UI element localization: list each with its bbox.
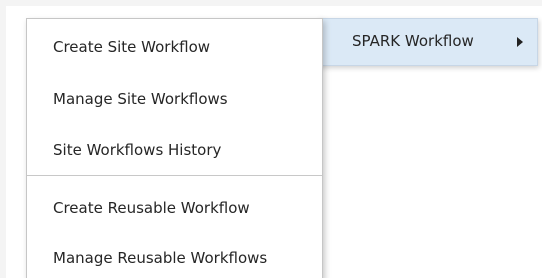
- background-page: [0, 0, 542, 6]
- menu-item-manage-site-workflows[interactable]: Manage Site Workflows: [27, 78, 322, 122]
- menu-item-label: Create Site Workflow: [53, 38, 211, 56]
- menu-item-site-workflows-history[interactable]: Site Workflows History: [27, 129, 322, 173]
- menu-item-create-site-workflow[interactable]: Create Site Workflow: [27, 26, 322, 70]
- menu-item-label: Site Workflows History: [53, 141, 222, 159]
- context-menu-area: SPARK Workflow Create Site Workflow Mana…: [0, 0, 542, 278]
- chevron-right-icon: [517, 37, 523, 47]
- menu-item-label: Create Reusable Workflow: [53, 199, 250, 217]
- menu-separator: [27, 175, 322, 176]
- menu-item-manage-reusable-workflows[interactable]: Manage Reusable Workflows: [27, 237, 322, 278]
- menu-item-label: Manage Site Workflows: [53, 90, 228, 108]
- workflow-submenu: Create Site Workflow Manage Site Workflo…: [26, 18, 323, 278]
- menu-item-label: Manage Reusable Workflows: [53, 249, 268, 267]
- menu-item-label: SPARK Workflow: [352, 32, 474, 50]
- menu-item-spark-workflow[interactable]: SPARK Workflow: [318, 18, 538, 66]
- background-page-edge: [0, 0, 6, 278]
- menu-item-create-reusable-workflow[interactable]: Create Reusable Workflow: [27, 187, 322, 231]
